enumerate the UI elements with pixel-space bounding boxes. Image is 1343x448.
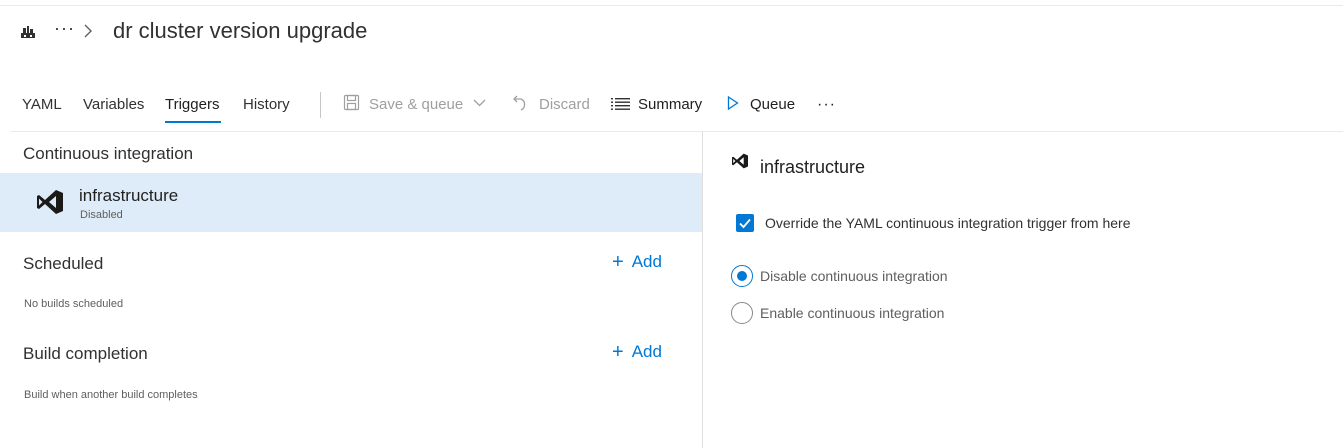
tab-triggers[interactable]: Triggers <box>165 96 219 113</box>
pipeline-icon <box>21 26 35 38</box>
visual-studio-icon <box>37 190 63 214</box>
more-actions-button[interactable]: ··· <box>817 96 836 114</box>
disable-ci-label: Disable continuous integration <box>760 268 948 284</box>
add-build-completion-button[interactable]: + Add <box>612 340 662 363</box>
plus-icon: + <box>612 341 624 363</box>
save-queue-label: Save & queue <box>369 96 464 113</box>
summary-label: Summary <box>638 96 703 113</box>
tab-bar: YAML Variables Triggers History Save & q… <box>0 88 1343 124</box>
override-yaml-label: Override the YAML continuous integration… <box>765 215 1131 231</box>
add-build-completion-label: Add <box>631 342 662 361</box>
scheduled-section-title: Scheduled <box>23 254 104 273</box>
chevron-down-icon <box>473 99 486 107</box>
enable-ci-label: Enable continuous integration <box>760 305 945 321</box>
ci-section-title: Continuous integration <box>23 144 194 163</box>
checkmark-icon <box>739 218 751 229</box>
tab-yaml[interactable]: YAML <box>22 96 62 113</box>
selected-tab-indicator <box>165 121 221 123</box>
add-schedule-button[interactable]: + Add <box>612 250 662 273</box>
toolbar-divider <box>320 92 321 118</box>
enable-ci-radio[interactable] <box>731 302 753 324</box>
plus-icon: + <box>612 251 624 273</box>
breadcrumb-more-button[interactable]: ··· <box>54 18 75 39</box>
ci-item-status: Disabled <box>80 209 123 221</box>
page-title: dr cluster version upgrade <box>113 18 368 43</box>
scheduled-note: No builds scheduled <box>24 298 124 310</box>
ci-trigger-item[interactable]: infrastructure Disabled <box>0 173 702 232</box>
disable-ci-radio[interactable] <box>731 265 753 287</box>
save-icon <box>343 94 360 111</box>
discard-label: Discard <box>539 96 590 113</box>
details-title: infrastructure <box>760 157 866 177</box>
override-yaml-checkbox[interactable] <box>736 214 754 232</box>
page-header: ··· dr cluster version upgrade <box>0 14 1343 50</box>
chevron-right-icon <box>84 24 92 38</box>
panel-divider <box>702 131 703 448</box>
queue-label: Queue <box>750 96 796 113</box>
undo-icon <box>513 95 526 111</box>
play-icon <box>727 96 739 110</box>
top-border <box>0 5 1343 6</box>
build-completion-section-title: Build completion <box>23 344 148 363</box>
visual-studio-icon <box>732 153 748 169</box>
list-icon <box>611 98 630 110</box>
tab-history[interactable]: History <box>243 96 290 113</box>
ci-item-name: infrastructure <box>79 186 179 205</box>
add-schedule-label: Add <box>631 252 662 271</box>
build-completion-note: Build when another build completes <box>24 389 198 401</box>
tab-bar-border <box>10 131 1343 132</box>
tab-variables[interactable]: Variables <box>83 96 144 113</box>
